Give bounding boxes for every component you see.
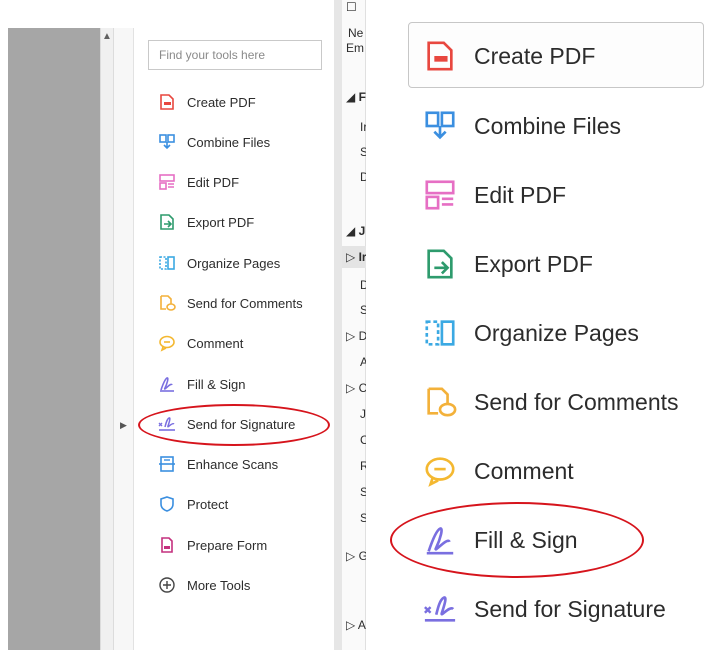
zoom-tool-combine-files[interactable]: Combine Files <box>420 104 621 148</box>
tool-label: Create PDF <box>474 42 596 69</box>
organize-pages-icon <box>156 252 178 274</box>
tool-label: Combine Files <box>474 112 621 139</box>
tool-label: Send for Signature <box>187 416 296 432</box>
comment-icon <box>420 451 460 491</box>
tool-prepare-form[interactable]: Prepare Form <box>156 533 267 557</box>
protect-icon <box>156 493 178 515</box>
search-input[interactable] <box>148 40 322 70</box>
panel-separator <box>334 0 342 650</box>
tool-label: Edit PDF <box>187 174 240 190</box>
tool-send-for-comments[interactable]: Send for Comments <box>156 291 303 315</box>
combine-files-icon <box>420 106 460 146</box>
create-pdf-icon <box>156 91 178 113</box>
tool-label: Send for Signature <box>474 595 666 622</box>
send-for-signature-icon <box>156 413 178 435</box>
send-for-comments-icon <box>420 382 460 422</box>
scrollbar[interactable] <box>100 28 114 650</box>
tree-item[interactable]: ◢ F <box>346 90 366 104</box>
tree-item[interactable]: ▷ D <box>346 329 367 343</box>
tool-protect[interactable]: Protect <box>156 492 228 516</box>
tool-label: Comment <box>187 335 244 351</box>
tool-label: Export PDF <box>474 250 593 277</box>
zoom-tool-send-for-comments[interactable]: Send for Comments <box>420 380 679 424</box>
tool-label: Edit PDF <box>474 181 567 208</box>
tool-label: Prepare Form <box>187 537 268 553</box>
export-pdf-icon <box>156 211 178 233</box>
prepare-form-icon <box>156 534 178 556</box>
tool-combine-files[interactable]: Combine Files <box>156 130 270 154</box>
edit-pdf-icon <box>420 175 460 215</box>
tool-label: Fill & Sign <box>474 526 578 553</box>
tool-label: More Tools <box>187 577 251 593</box>
tool-label: Combine Files <box>187 134 271 150</box>
tool-enhance-scans[interactable]: Enhance Scans <box>156 452 278 476</box>
document-area <box>8 28 100 650</box>
tool-organize-pages[interactable]: Organize Pages <box>156 251 280 275</box>
tool-label: Organize Pages <box>187 255 281 271</box>
tool-comment[interactable]: Comment <box>156 331 243 355</box>
zoom-tool-export-pdf[interactable]: Export PDF <box>420 242 593 286</box>
tool-label: Fill & Sign <box>187 376 246 392</box>
tool-label: Create PDF <box>187 94 256 110</box>
fields-header-line2: Em <box>346 41 364 55</box>
send-for-comments-icon <box>156 292 178 314</box>
combine-files-icon <box>156 131 178 153</box>
tool-label: Protect <box>187 496 229 512</box>
create-pdf-icon <box>420 36 460 76</box>
tool-fill-sign[interactable]: Fill & Sign <box>156 372 246 396</box>
comment-icon <box>156 332 178 354</box>
fill-sign-icon <box>420 520 460 560</box>
organize-pages-icon <box>420 313 460 353</box>
panel-collapse-strip[interactable] <box>114 28 134 650</box>
enhance-scans-icon <box>156 453 178 475</box>
fill-sign-icon <box>156 373 178 395</box>
zoom-tool-send-for-signature[interactable]: Send for Signature <box>420 587 666 631</box>
export-pdf-icon <box>420 244 460 284</box>
tree-item[interactable]: ▷ C <box>346 381 367 395</box>
tree-item[interactable]: ▷ Ir <box>346 250 367 264</box>
send-for-signature-icon <box>420 589 460 629</box>
tool-edit-pdf[interactable]: Edit PDF <box>156 170 239 194</box>
zoom-tool-edit-pdf[interactable]: Edit PDF <box>420 173 566 217</box>
expand-arrow-icon[interactable]: ▶ <box>120 420 127 431</box>
tree-item[interactable]: ▷ A <box>346 618 366 632</box>
fields-header-icon: ☐ <box>346 0 357 14</box>
tree-item[interactable]: ▷ G <box>346 549 368 563</box>
tool-label: Organize Pages <box>474 319 639 346</box>
zoom-tool-comment[interactable]: Comment <box>420 449 574 493</box>
tool-more-tools[interactable]: More Tools <box>156 573 250 597</box>
tree-item[interactable]: ◢ J <box>346 224 365 238</box>
tool-label: Send for Comments <box>474 388 679 415</box>
scroll-up-icon[interactable]: ▲ <box>100 30 114 44</box>
tool-label: Send for Comments <box>187 295 303 311</box>
fields-header-line1: Ne <box>348 26 364 40</box>
tool-label: Comment <box>474 457 574 484</box>
tool-export-pdf[interactable]: Export PDF <box>156 210 254 234</box>
zoom-tool-fill-sign[interactable]: Fill & Sign <box>420 518 578 562</box>
tool-label: Enhance Scans <box>187 456 279 472</box>
more-tools-icon <box>156 574 178 596</box>
tool-send-for-signature[interactable]: Send for Signature <box>156 412 295 436</box>
zoom-tool-organize-pages[interactable]: Organize Pages <box>420 311 639 355</box>
tool-create-pdf[interactable]: Create PDF <box>156 90 256 114</box>
tool-label: Export PDF <box>187 214 255 230</box>
zoom-tool-create-pdf[interactable]: Create PDF <box>420 34 595 78</box>
edit-pdf-icon <box>156 171 178 193</box>
